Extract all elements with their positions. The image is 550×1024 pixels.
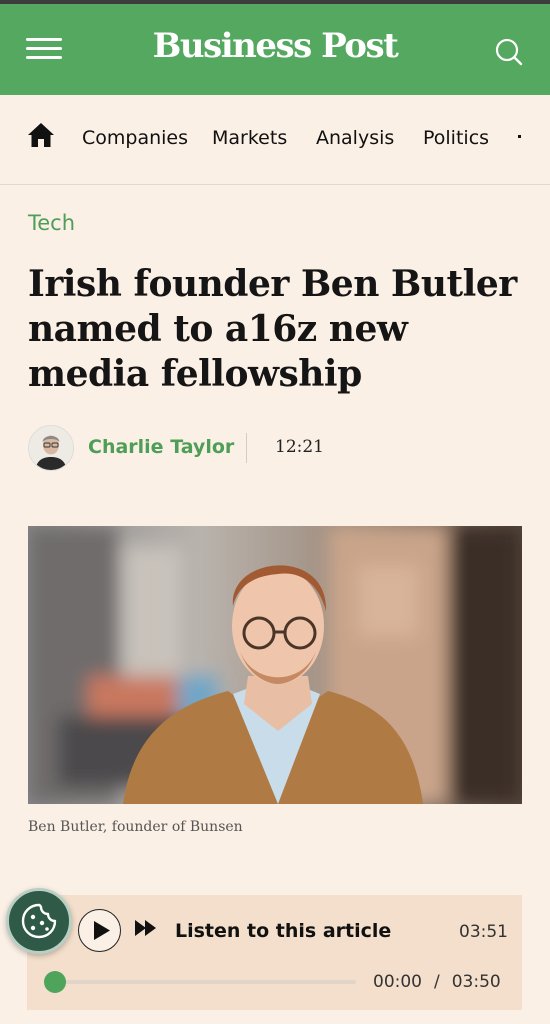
author-avatar[interactable] bbox=[28, 425, 74, 471]
search-button[interactable] bbox=[495, 38, 523, 66]
time-separator: / bbox=[434, 972, 440, 992]
listen-label: Listen to this article bbox=[175, 920, 392, 942]
audio-progress-thumb[interactable] bbox=[44, 971, 66, 993]
audio-progress-track[interactable] bbox=[55, 980, 356, 984]
nav-item-politics[interactable]: Politics bbox=[423, 127, 489, 149]
site-logo[interactable]: Business Post bbox=[0, 26, 550, 66]
nav-item-companies[interactable]: Companies bbox=[82, 127, 188, 149]
article-photo-image bbox=[28, 526, 522, 804]
play-icon bbox=[94, 921, 110, 940]
nav-overflow-indicator bbox=[518, 135, 521, 138]
nav-item-analysis[interactable]: Analysis bbox=[316, 127, 394, 149]
byline: Charlie Taylor 12:21 bbox=[28, 425, 528, 471]
cookie-icon bbox=[21, 903, 57, 939]
article-headline: Irish founder Ben Butler named to a16z n… bbox=[28, 263, 517, 395]
nav-item-markets[interactable]: Markets bbox=[212, 127, 287, 149]
author-avatar-image bbox=[29, 426, 73, 470]
audio-player: Listen to this article 03:51 00:00 / 03:50 bbox=[27, 895, 522, 1010]
total-time: 03:50 bbox=[451, 972, 501, 992]
play-button[interactable] bbox=[78, 909, 121, 952]
fast-forward-button[interactable] bbox=[135, 920, 157, 936]
audio-time-display: 00:00 / 03:50 bbox=[373, 972, 501, 992]
section-nav: Companies Markets Analysis Politics bbox=[0, 95, 550, 185]
current-time: 00:00 bbox=[373, 972, 422, 992]
article-photo bbox=[28, 526, 522, 804]
byline-divider bbox=[246, 433, 247, 463]
search-icon bbox=[495, 38, 523, 66]
fast-forward-icon bbox=[135, 920, 156, 936]
home-button[interactable] bbox=[27, 122, 55, 148]
audio-duration: 03:51 bbox=[459, 922, 508, 942]
home-icon bbox=[28, 123, 54, 147]
publish-time: 12:21 bbox=[275, 437, 324, 457]
site-header: Business Post bbox=[0, 4, 550, 95]
cookie-settings-button[interactable] bbox=[6, 888, 72, 954]
author-name[interactable]: Charlie Taylor bbox=[88, 436, 234, 458]
photo-caption: Ben Butler, founder of Bunsen bbox=[28, 819, 243, 835]
article-category[interactable]: Tech bbox=[28, 211, 75, 235]
